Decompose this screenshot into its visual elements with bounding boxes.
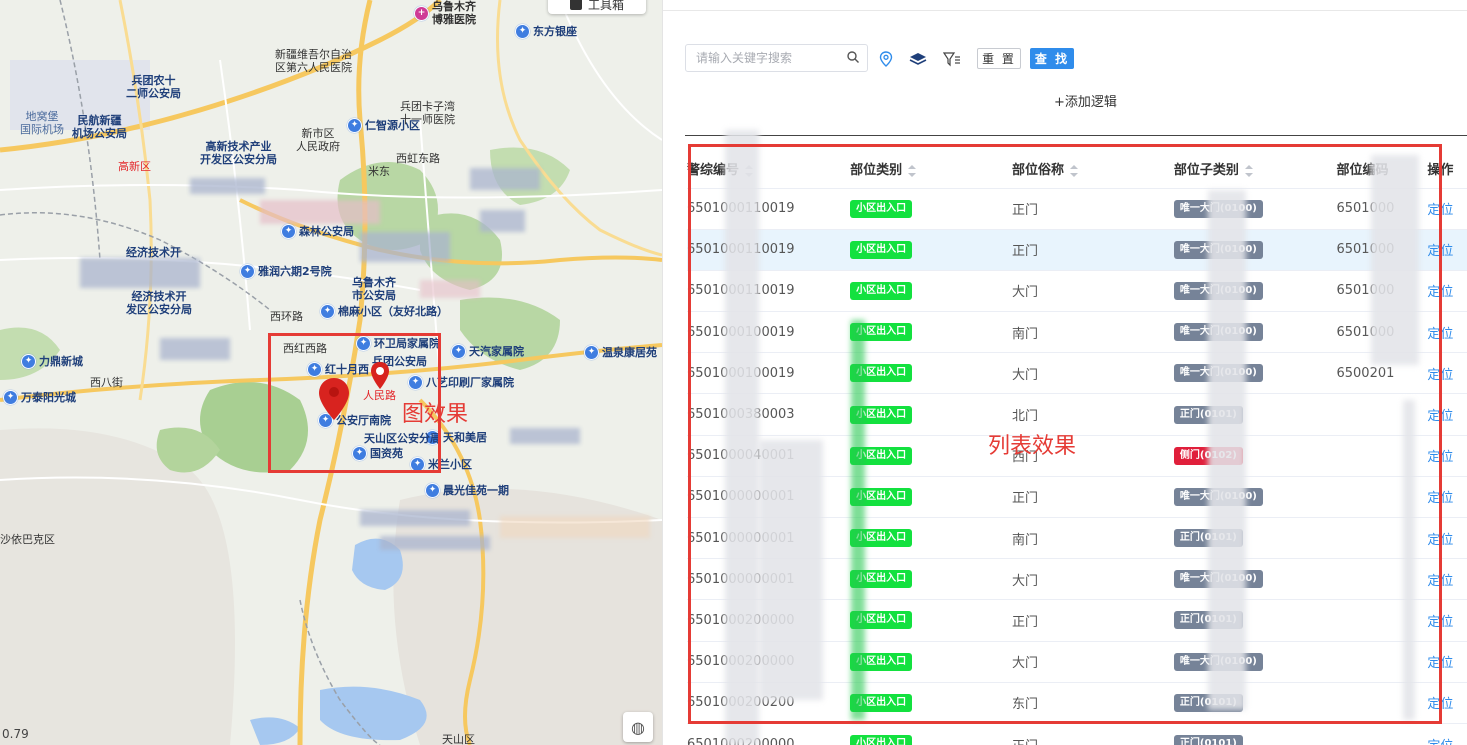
map-poi[interactable]: ✦ 森林公安局 bbox=[281, 224, 354, 239]
map-poi[interactable]: ✦ 晨光佳苑一期 bbox=[425, 483, 509, 498]
privacy-mask bbox=[470, 168, 540, 190]
map-poi[interactable]: ✦ 东方银座 bbox=[515, 24, 577, 39]
cell-category: 小区出入口 bbox=[850, 722, 1013, 745]
privacy-mask bbox=[190, 178, 265, 194]
location-filter-button[interactable] bbox=[877, 50, 895, 68]
list-annotation-text: 列表效果 bbox=[988, 434, 1077, 459]
globe-button[interactable]: ◍ bbox=[623, 712, 653, 742]
reset-button[interactable]: 重 置 bbox=[977, 48, 1021, 69]
map-label: 天山区 bbox=[442, 733, 475, 745]
toolbox-icon bbox=[569, 0, 582, 10]
search-input[interactable] bbox=[696, 51, 846, 65]
privacy-mask bbox=[480, 210, 525, 232]
location-pin-icon bbox=[879, 51, 893, 67]
list-panel: 重 置 查 找 +添加逻辑 警综编号 部位类别 部位俗称 部位子类别 部位编码 … bbox=[662, 0, 1467, 745]
privacy-mask bbox=[510, 428, 580, 444]
police-pin-icon: ✦ bbox=[347, 118, 362, 133]
search-icon[interactable] bbox=[847, 51, 859, 63]
map-label: 新市区 人民政府 bbox=[296, 127, 340, 153]
search-box[interactable] bbox=[685, 44, 868, 72]
map-label: 沙依巴克区 bbox=[0, 533, 55, 546]
privacy-mask bbox=[360, 232, 450, 262]
scale-readout: 0.79 bbox=[2, 727, 29, 741]
police-pin-icon: ✦ bbox=[281, 224, 296, 239]
privacy-mask bbox=[360, 510, 470, 526]
find-button[interactable]: 查 找 bbox=[1030, 48, 1074, 69]
toolbox-button[interactable]: 工具箱 bbox=[548, 0, 646, 14]
top-divider bbox=[663, 10, 1467, 11]
layers-button[interactable] bbox=[909, 50, 927, 68]
privacy-mask bbox=[160, 338, 230, 360]
privacy-mask bbox=[420, 280, 480, 298]
locate-link[interactable]: 定位 bbox=[1427, 739, 1453, 745]
map-view[interactable]: + 乌鲁木齐 博雅医院 ✦ 东方银座 新疆维吾尔自治 区第六人民医院 兵团农十 二师公安局… bbox=[0, 0, 662, 745]
map-poi[interactable]: ✦ 温泉康居苑 bbox=[584, 345, 657, 360]
map-label: 经济技术开 bbox=[126, 246, 181, 259]
map-label: 兵团卡子湾 十一师医院 bbox=[400, 100, 455, 126]
map-label: 西环路 bbox=[270, 310, 303, 323]
globe-icon: ◍ bbox=[631, 717, 645, 737]
map-label: 兵团农十 二师公安局 bbox=[126, 74, 181, 100]
cell-id: 6501000200000 bbox=[687, 722, 851, 745]
cell-subcategory: 正门(0101) bbox=[1173, 722, 1337, 745]
privacy-mask bbox=[500, 516, 650, 538]
police-pin-icon: ✦ bbox=[451, 344, 466, 359]
police-pin-icon: ✦ bbox=[584, 345, 599, 360]
map-label: 高新区 bbox=[118, 160, 151, 173]
map-poi[interactable]: ✦ 万泰阳光城 bbox=[3, 390, 76, 405]
map-label: 乌鲁木齐 市公安局 bbox=[352, 276, 396, 302]
map-annotation-text: 图效果 bbox=[402, 402, 469, 427]
map-label: 新疆维吾尔自治 区第六人民医院 bbox=[275, 48, 352, 74]
police-pin-icon: ✦ bbox=[320, 304, 335, 319]
section-divider bbox=[685, 135, 1467, 136]
privacy-mask bbox=[260, 200, 380, 224]
cell-alias: 正门 bbox=[1012, 722, 1174, 745]
layers-icon bbox=[909, 53, 927, 65]
map-poi[interactable]: ✦ 天汽家属院 bbox=[451, 344, 524, 359]
map-poi[interactable]: ✦ 雅润六期2号院 bbox=[240, 264, 332, 279]
map-label: 民航新疆 机场公安局 bbox=[72, 114, 127, 140]
privacy-mask bbox=[380, 536, 490, 550]
map-poi-hospital[interactable]: + 乌鲁木齐 博雅医院 bbox=[414, 0, 476, 26]
add-logic-button[interactable]: +添加逻辑 bbox=[1054, 91, 1117, 110]
map-label: 米东 bbox=[368, 165, 390, 178]
filter-icon bbox=[943, 52, 960, 67]
map-poi[interactable]: ✦ 力鼎新城 bbox=[21, 354, 83, 369]
category-tag: 小区出入口 bbox=[850, 735, 913, 745]
police-pin-icon: ✦ bbox=[3, 390, 18, 405]
police-pin-icon: ✦ bbox=[21, 354, 36, 369]
police-pin-icon: ✦ bbox=[425, 483, 440, 498]
police-pin-icon: ✦ bbox=[515, 24, 530, 39]
hospital-icon: + bbox=[414, 5, 429, 21]
map-label: 高新技术产业 开发区公安分局 bbox=[200, 140, 277, 166]
map-label: 经济技术开 发区公安分局 bbox=[126, 290, 192, 316]
map-label: 西八街 bbox=[90, 376, 123, 389]
map-label: 西虹东路 bbox=[396, 152, 440, 165]
privacy-mask bbox=[80, 258, 200, 288]
table-row[interactable]: 6501000200000小区出入口 正门正门(0101) 定位 bbox=[687, 722, 1467, 745]
app-window: + 乌鲁木齐 博雅医院 ✦ 东方银座 新疆维吾尔自治 区第六人民医院 兵团农十 二师公安局… bbox=[0, 0, 1467, 745]
map-poi[interactable]: ✦ 棉麻小区（友好北路） bbox=[320, 304, 448, 319]
cell-code bbox=[1336, 722, 1428, 745]
cell-actions: 定位 bbox=[1427, 722, 1467, 745]
map-label: 地窝堡 国际机场 bbox=[20, 110, 64, 136]
filter-button[interactable] bbox=[943, 50, 961, 68]
police-pin-icon: ✦ bbox=[240, 264, 255, 279]
subcategory-tag: 正门(0101) bbox=[1173, 735, 1243, 745]
